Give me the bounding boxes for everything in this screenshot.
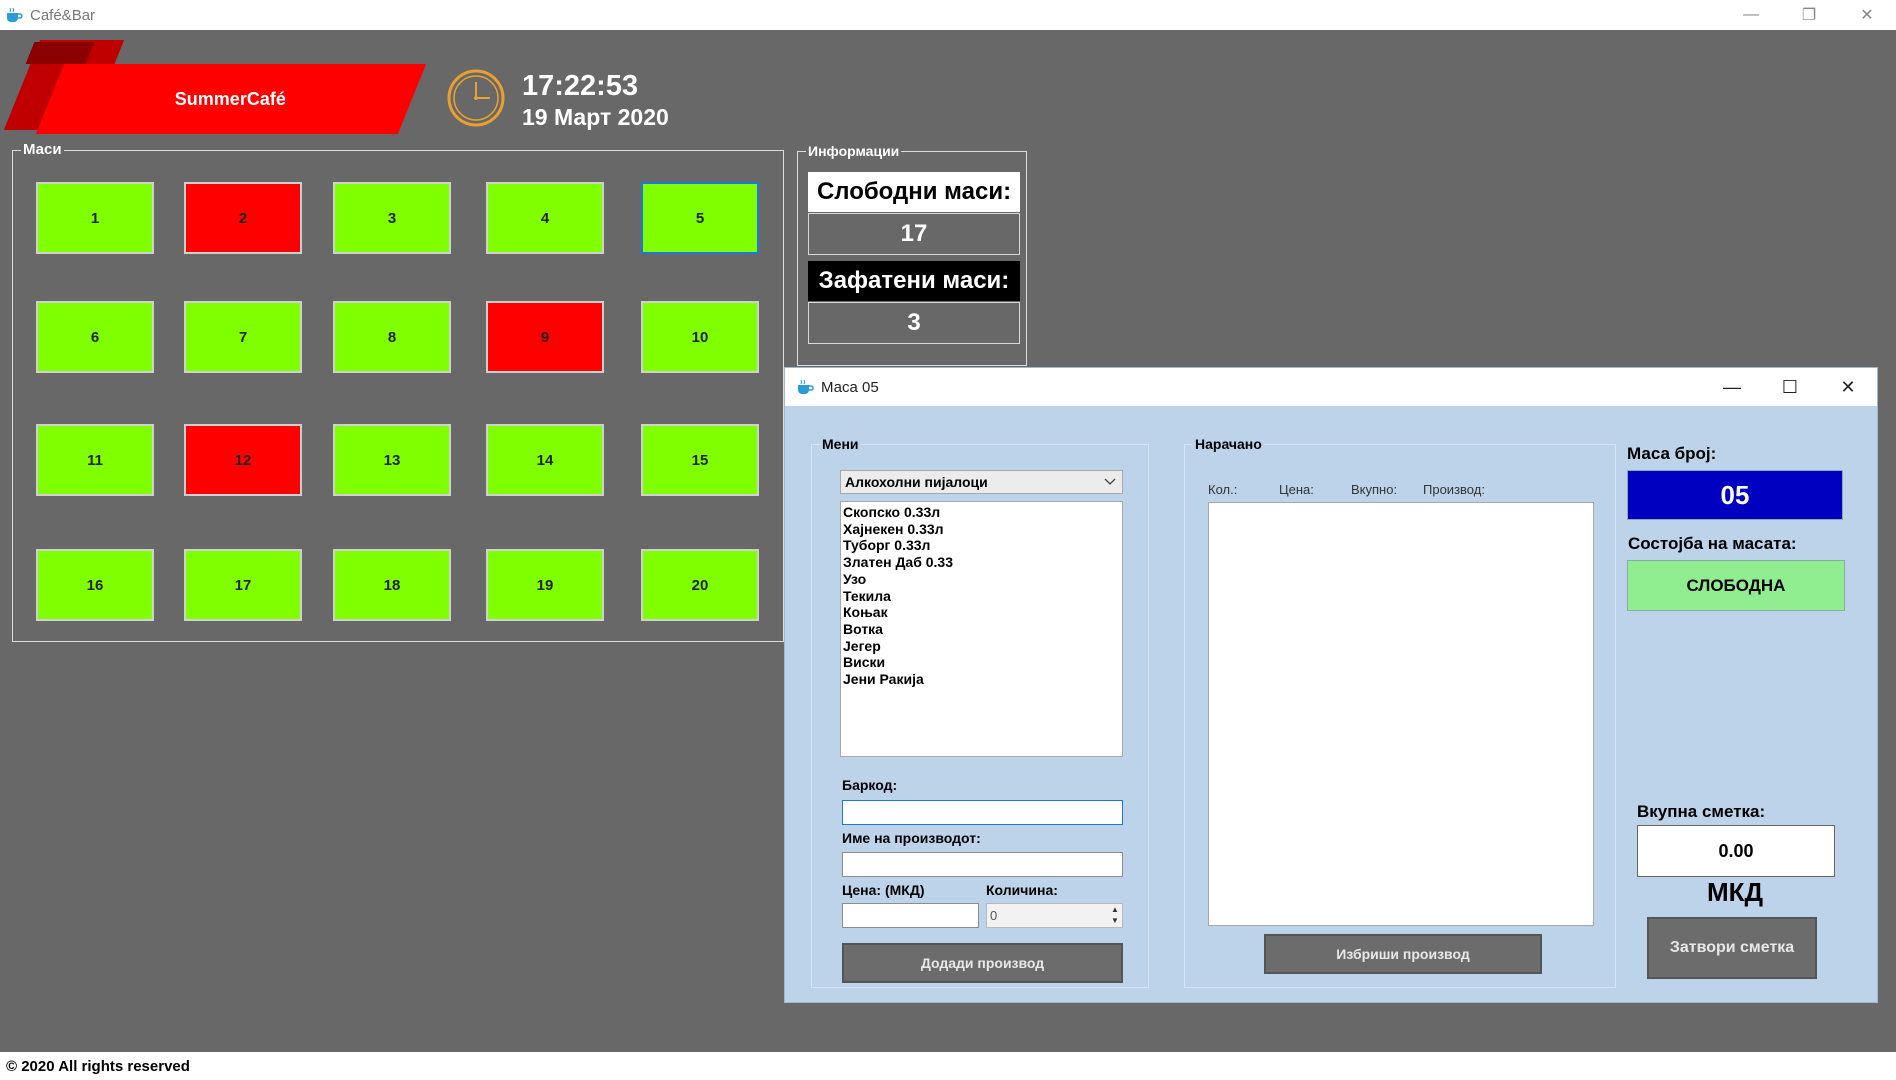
column-qty: Кол.: (1208, 482, 1238, 497)
menu-list-item[interactable]: Туборг 0.33л (843, 537, 1120, 554)
table-button-8[interactable]: 8 (333, 301, 451, 373)
dialog-title: Маса 05 (821, 378, 879, 396)
table-button-4[interactable]: 4 (486, 182, 604, 254)
dialog-maximize-button[interactable]: ☐ (1761, 368, 1819, 406)
price-input[interactable] (842, 903, 979, 928)
barcode-label: Баркод: (842, 777, 898, 793)
menu-list-item[interactable]: Јени Ракија (843, 671, 1120, 688)
price-label: Цена: (МКД) (842, 882, 925, 898)
total-bill-label: Вкупна сметка: (1637, 802, 1766, 821)
table-button-18[interactable]: 18 (333, 549, 451, 621)
clock-date: 19 Март 2020 (522, 104, 669, 130)
table-button-13[interactable]: 13 (333, 424, 451, 496)
menu-list-item[interactable]: Скопско 0.33л (843, 504, 1120, 521)
footer-copyright: © 2020 All rights reserved (6, 1058, 190, 1075)
table-button-17[interactable]: 17 (184, 549, 302, 621)
dialog-titlebar: Маса 05 — ☐ ✕ (785, 368, 1877, 406)
coffee-cup-icon (795, 377, 815, 397)
minimize-button[interactable]: — (1722, 0, 1780, 30)
window-title: Café&Bar (30, 6, 96, 24)
coffee-cup-icon (4, 5, 24, 25)
column-total: Вкупно: (1351, 482, 1398, 497)
dialog-close-button[interactable]: ✕ (1819, 368, 1877, 406)
table-state-badge: СЛОБОДНА (1627, 560, 1845, 611)
menu-list-item[interactable]: Златен Даб 0.33 (843, 554, 1120, 571)
table-button-7[interactable]: 7 (184, 301, 302, 373)
free-tables-count: 17 (808, 213, 1020, 255)
product-name-input[interactable] (842, 852, 1123, 877)
table-button-11[interactable]: 11 (36, 424, 154, 496)
table-number-display: 05 (1627, 470, 1843, 520)
table-button-1[interactable]: 1 (36, 182, 154, 254)
menu-list-item[interactable]: Јегер (843, 638, 1120, 655)
quantity-stepper[interactable]: 0 ▲ ▼ (986, 903, 1123, 928)
table-number-label: Маса број: (1627, 444, 1717, 463)
menu-items-list[interactable]: Скопско 0.33л Хајнекен 0.33л Туборг 0.33л З… (840, 501, 1123, 757)
table-button-5[interactable]: 5 (641, 182, 759, 254)
ordered-legend: Нарачано (1193, 435, 1264, 453)
clock-time: 17:22:53 (522, 70, 639, 102)
close-button[interactable]: ✕ (1838, 0, 1896, 30)
column-product: Производ: (1423, 482, 1485, 497)
free-tables-label: Слободни маси: (808, 172, 1020, 212)
category-select[interactable]: Алкохолни пијалоци (840, 470, 1123, 494)
tables-legend: Маси (21, 141, 64, 159)
menu-list-item[interactable]: Узо (843, 571, 1120, 588)
restore-button[interactable]: ❐ (1780, 0, 1838, 30)
stepper-arrows[interactable]: ▲ ▼ (1108, 904, 1122, 927)
table-button-16[interactable]: 16 (36, 549, 154, 621)
brand-name: SummerCafé (175, 88, 287, 109)
table-dialog: Маса 05 — ☐ ✕ Мени Алкохолни пијалоци Ск… (784, 367, 1878, 1003)
product-name-label: Име на производот: (842, 830, 981, 846)
stepper-up-icon[interactable]: ▲ (1108, 904, 1122, 915)
table-state-label: Состојба на масата: (1628, 534, 1797, 553)
busy-tables-count: 3 (808, 302, 1020, 344)
menu-list-item[interactable]: Вотка (843, 621, 1120, 638)
table-button-3[interactable]: 3 (333, 182, 451, 254)
dialog-minimize-button[interactable]: — (1703, 368, 1761, 406)
table-button-6[interactable]: 6 (36, 301, 154, 373)
clock-icon (447, 69, 505, 127)
total-bill-value: 0.00 (1637, 825, 1835, 877)
info-legend: Информации (806, 142, 902, 160)
table-button-14[interactable]: 14 (486, 424, 604, 496)
barcode-input[interactable] (842, 800, 1123, 825)
table-button-9[interactable]: 9 (486, 301, 604, 373)
table-button-20[interactable]: 20 (641, 549, 759, 621)
busy-tables-label: Зафатени маси: (808, 261, 1020, 301)
menu-list-item[interactable]: Хајнекен 0.33л (843, 521, 1120, 538)
menu-list-item[interactable]: Текила (843, 588, 1120, 605)
banner-ribbon-fold (25, 42, 95, 64)
column-price: Цена: (1279, 482, 1314, 497)
stepper-down-icon[interactable]: ▼ (1108, 915, 1122, 926)
table-button-15[interactable]: 15 (641, 424, 759, 496)
table-button-12[interactable]: 12 (184, 424, 302, 496)
brand-banner: SummerCafé (35, 64, 427, 134)
category-value: Алкохолни пијалоци (845, 474, 988, 490)
table-button-2[interactable]: 2 (184, 182, 302, 254)
close-bill-button[interactable]: Затвори сметка (1647, 917, 1817, 979)
main-titlebar: Café&Bar — ❐ ✕ (0, 0, 1896, 30)
status-strip (0, 1052, 1896, 1080)
menu-list-item[interactable]: Виски (843, 654, 1120, 671)
add-product-button[interactable]: Додади производ (842, 943, 1123, 983)
chevron-down-icon (1104, 474, 1116, 490)
ordered-items-list[interactable] (1208, 502, 1594, 926)
currency-label: МКД (1707, 877, 1764, 907)
quantity-label: Количина: (986, 882, 1058, 898)
menu-list-item[interactable]: Коњак (843, 604, 1120, 621)
menu-legend: Мени (820, 435, 861, 453)
delete-product-button[interactable]: Избриши производ (1264, 934, 1542, 974)
table-button-19[interactable]: 19 (486, 549, 604, 621)
table-button-10[interactable]: 10 (641, 301, 759, 373)
quantity-value: 0 (990, 908, 998, 923)
